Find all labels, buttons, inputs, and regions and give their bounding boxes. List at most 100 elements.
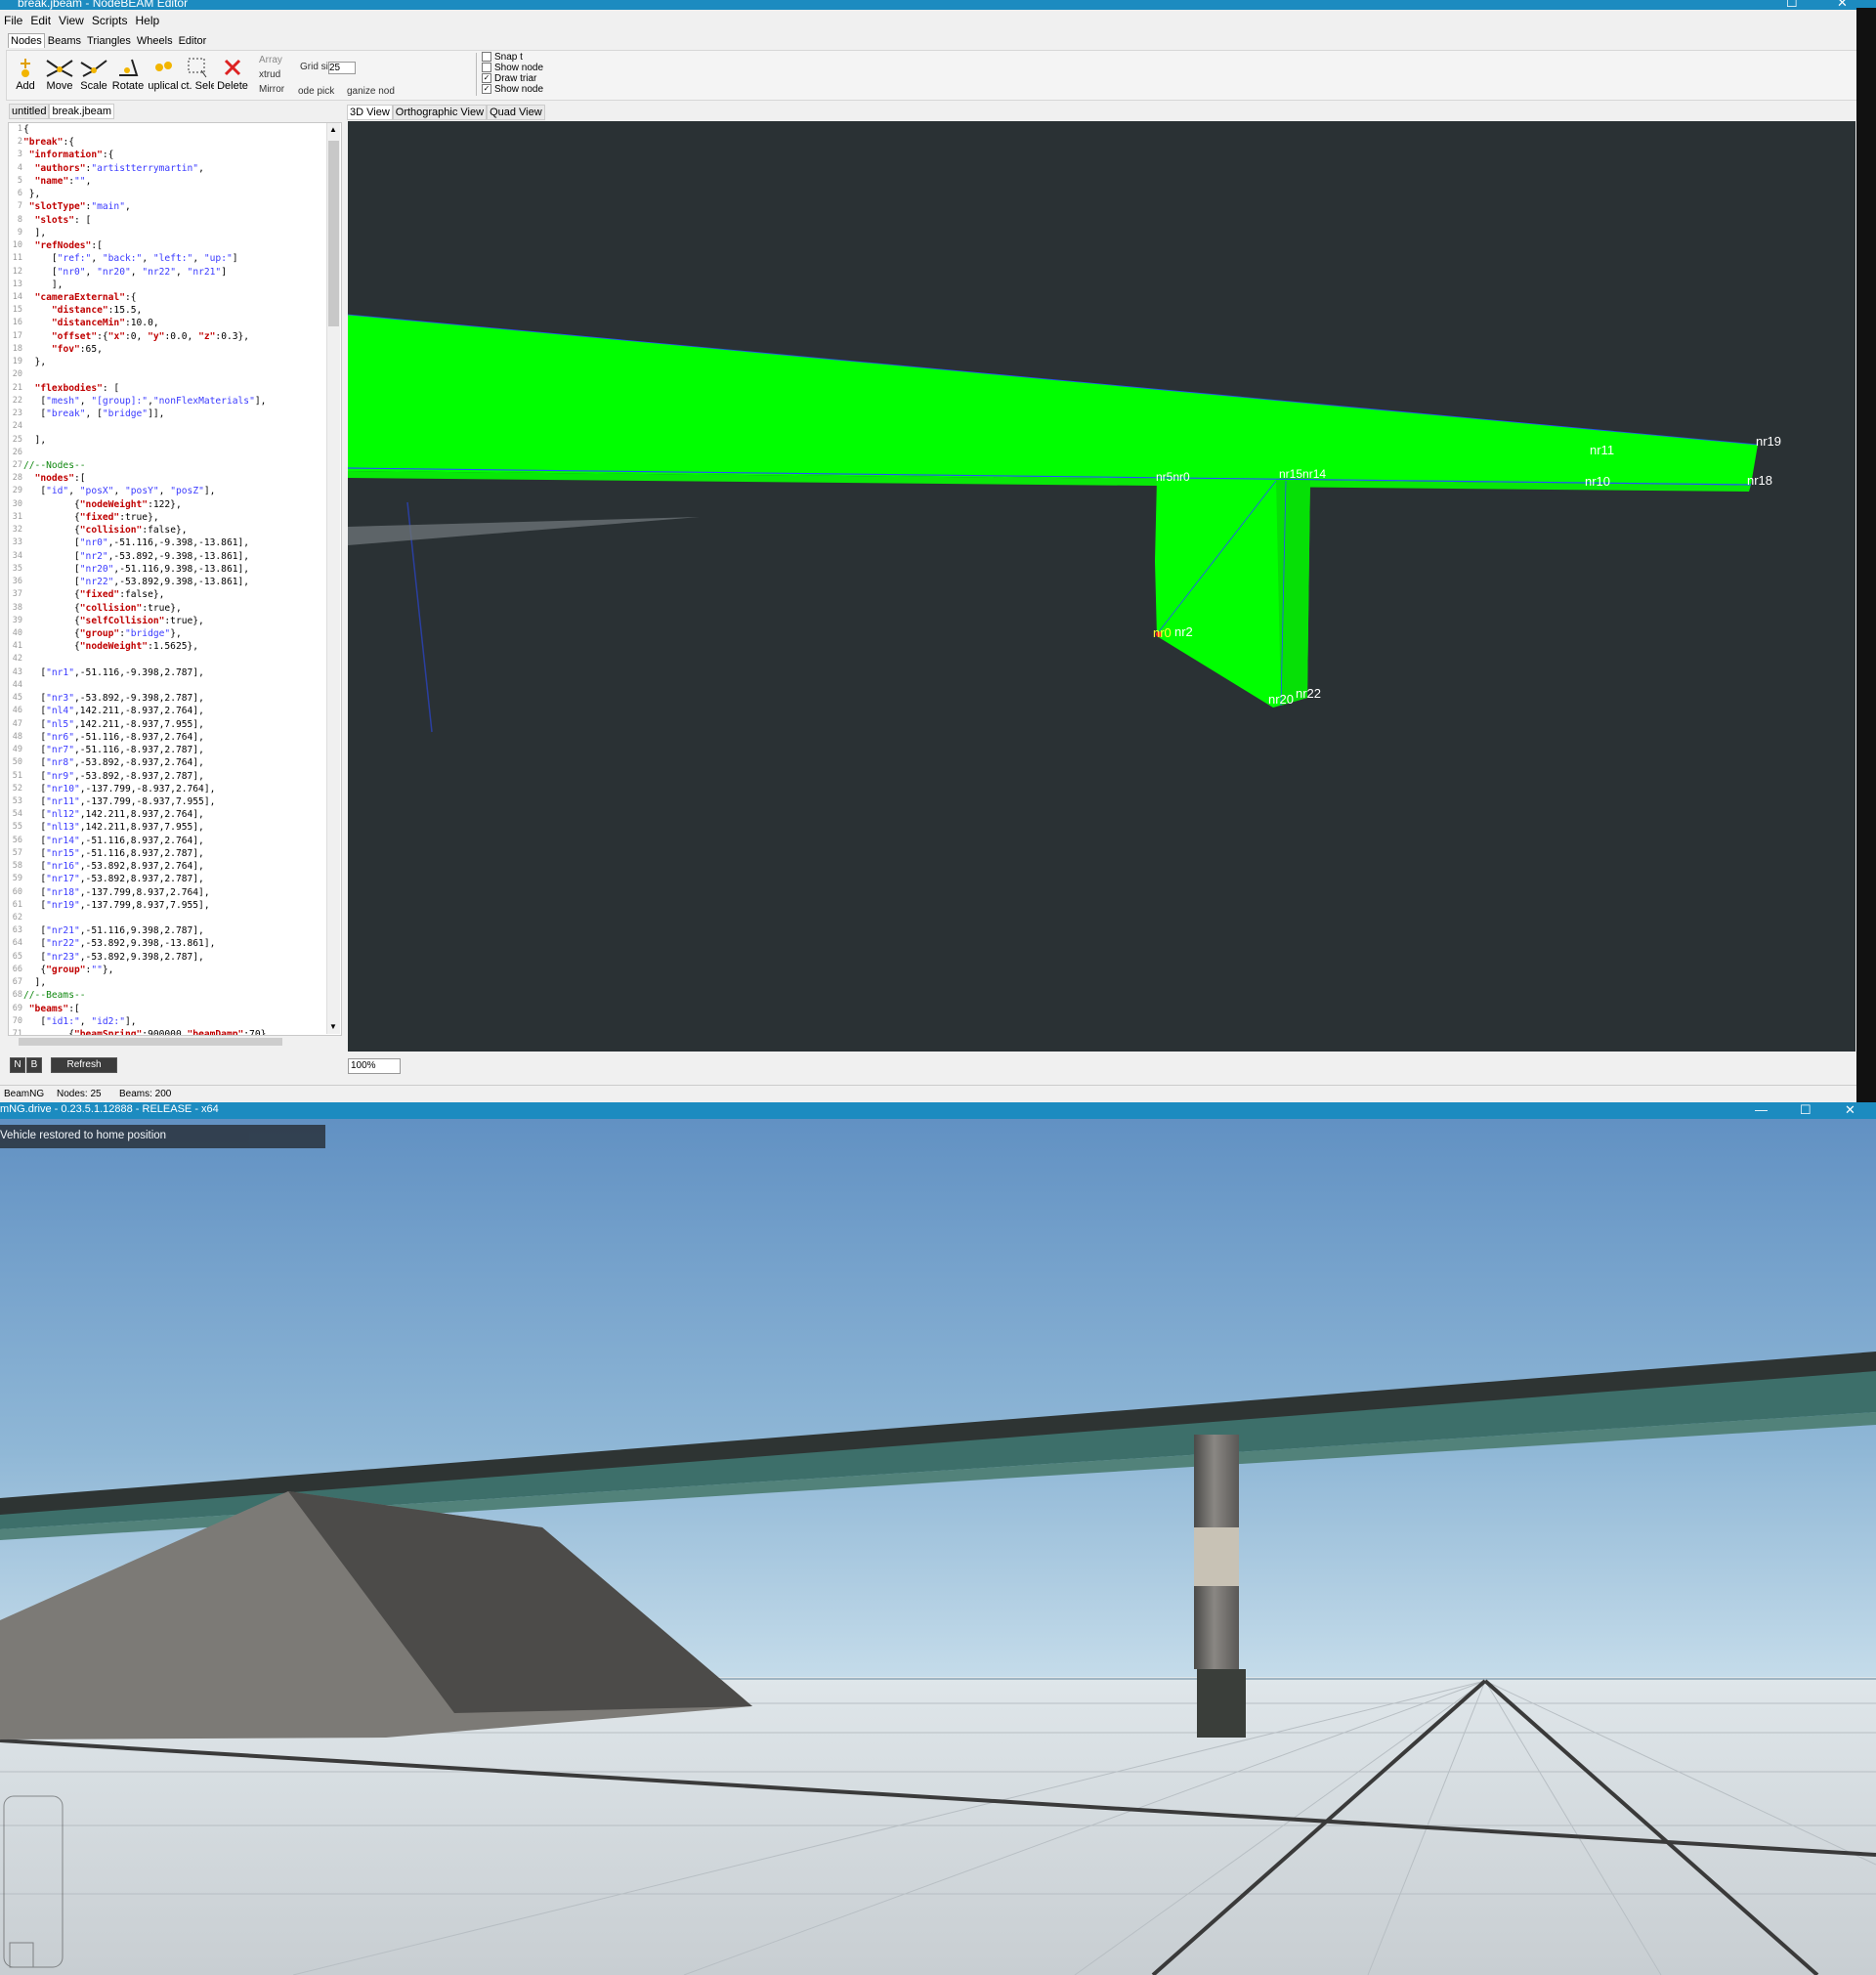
line-number: 28 (12, 473, 22, 484)
tab-wheels[interactable]: Wheels (134, 33, 176, 49)
code-line: ["nr22",-53.892,9.398,-13.861], (23, 577, 250, 588)
code-line: {"group":"bridge"}, (23, 627, 182, 639)
line-number: 43 (12, 666, 22, 677)
line-number: 2 (17, 137, 22, 148)
scroll-up-icon[interactable]: ▲ (329, 125, 337, 134)
code-line: ["nr1",-51.116,-9.398,2.787], (23, 666, 204, 678)
code-line: "flexbodies": [ (34, 382, 120, 394)
code-line: ["nl5",142.211,-8.937,7.955], (23, 718, 204, 730)
duplicate-button[interactable]: uplical (147, 57, 180, 92)
maximize-icon[interactable]: ☐ (1786, 0, 1798, 11)
line-number: 37 (12, 589, 22, 600)
ribbon-tabs: Nodes Beams Triangles Wheels Editor (8, 33, 209, 49)
grid-size-input[interactable]: 25 (328, 62, 356, 74)
refresh-button[interactable]: Refresh (51, 1057, 117, 1073)
show-node-names-checkbox[interactable]: ✓ Show node (482, 84, 543, 95)
menu-view[interactable]: View (55, 12, 88, 29)
menu-file[interactable]: File (0, 12, 26, 29)
tab-untitled[interactable]: untitled (9, 104, 50, 119)
delete-button[interactable]: Delete (216, 57, 249, 92)
move-icon (46, 60, 73, 77)
code-horizontal-scrollbar[interactable] (9, 1036, 331, 1048)
line-number: 66 (12, 964, 22, 974)
b-button[interactable]: B (26, 1057, 42, 1073)
nodebeam-editor-window: break.jbeam - NodeBEAM Editor ☐ ✕ File Ed… (0, 0, 1876, 1102)
line-number: 3 (17, 150, 22, 160)
scroll-down-icon[interactable]: ▼ (329, 1022, 337, 1031)
show-nodes-checkbox[interactable]: Show node (482, 63, 543, 73)
jbeam-code-editor[interactable]: 1{2 "break":{3 "information":{4 "authors"… (8, 122, 342, 1036)
duplicate-icon (155, 62, 172, 71)
checkbox-box (482, 63, 491, 73)
game-titlebar: mNG.drive - 0.23.5.1.12888 - RELEASE - x… (0, 1102, 1876, 1119)
snap-checkbox[interactable]: Snap t (482, 52, 523, 63)
minimize-icon[interactable]: — (1755, 1102, 1768, 1117)
n-button[interactable]: N (10, 1057, 25, 1073)
line-number: 21 (12, 382, 22, 393)
line-number: 71 (12, 1029, 22, 1036)
delete-icon (224, 59, 241, 76)
mirror-button[interactable]: Mirror (259, 84, 284, 95)
zoom-spinbox[interactable]: 100% (348, 1058, 401, 1074)
code-line: {"fixed":true}, (23, 511, 159, 523)
organize-nodes-button[interactable]: ganize nod (347, 86, 395, 97)
code-line: }, (23, 357, 47, 368)
code-line: "fov":65, (51, 343, 103, 355)
line-number: 64 (12, 938, 22, 949)
line-number: 67 (12, 977, 22, 988)
code-line: ["nr18",-137.799,8.937,2.764], (23, 886, 210, 898)
draw-triangles-checkbox[interactable]: ✓ Draw triar (482, 73, 536, 84)
code-line: ["nr2",-53.892,-9.398,-13.861], (23, 550, 250, 562)
node-label: nr10 (1585, 474, 1611, 489)
scrollbar-thumb[interactable] (328, 141, 339, 326)
tab-break-jbeam[interactable]: break.jbeam (49, 104, 115, 119)
node-pick-button[interactable]: ode pick (298, 86, 334, 97)
tab-editor[interactable]: Editor (176, 33, 210, 49)
checkmark-icon: ✓ (482, 84, 491, 95)
tab-beams[interactable]: Beams (45, 33, 84, 49)
menu-scripts[interactable]: Scripts (88, 12, 132, 29)
checkbox-box (482, 52, 491, 63)
tab-triangles[interactable]: Triangles (84, 33, 134, 49)
menu-edit[interactable]: Edit (26, 12, 55, 29)
tab-quad-view[interactable]: Quad View (487, 105, 545, 120)
line-number: 33 (12, 537, 22, 548)
tab-3d-view[interactable]: 3D View (347, 105, 393, 120)
window-edge (1856, 8, 1876, 1102)
rect-select-button[interactable]: ct. Sele (181, 57, 214, 92)
code-line: {"fixed":false}, (23, 589, 165, 601)
code-line: {"nodeWeight":122}, (23, 498, 182, 510)
code-line: "break":{ (23, 137, 74, 149)
scale-button[interactable]: Scale (77, 57, 110, 92)
move-button[interactable]: Move (43, 57, 76, 92)
close-icon[interactable]: ✕ (1837, 0, 1848, 11)
file-tabs: untitled break.jbeam (9, 104, 115, 119)
code-vertical-scrollbar[interactable]: ▲ ▼ (326, 123, 340, 1034)
tab-nodes[interactable]: Nodes (8, 33, 45, 48)
add-button[interactable]: Add (9, 57, 42, 92)
line-number: 39 (12, 615, 22, 625)
maximize-icon[interactable]: ☐ (1800, 1102, 1812, 1118)
scrollbar-thumb[interactable] (19, 1038, 282, 1046)
game-scene[interactable] (0, 1102, 1876, 1975)
rotate-button[interactable]: Rotate (111, 57, 145, 92)
extrude-button[interactable]: xtrud (259, 69, 280, 80)
3d-viewport[interactable]: nr19 nr18 nr11 nr10 nr5nr0 nr15nr14 nr0 … (348, 121, 1855, 1052)
line-number: 19 (12, 357, 22, 367)
node-label: nr11 (1590, 443, 1615, 457)
code-line: ["nr20",-51.116,9.398,-13.861], (23, 563, 250, 575)
line-number: 55 (12, 822, 22, 833)
editor-titlebar: break.jbeam - NodeBEAM Editor ☐ ✕ (0, 0, 1876, 10)
line-number: 69 (12, 1003, 22, 1013)
line-number: 53 (12, 795, 22, 806)
line-number: 13 (12, 279, 22, 289)
line-number: 32 (12, 525, 22, 536)
array-button[interactable]: Array (259, 55, 282, 65)
menu-help[interactable]: Help (132, 12, 164, 29)
deck-top-face (348, 315, 1758, 485)
tab-orthographic-view[interactable]: Orthographic View (392, 105, 488, 120)
node-label: nr2 (1174, 624, 1193, 639)
close-icon[interactable]: ✕ (1845, 1102, 1855, 1118)
pillar-side-face (1276, 475, 1310, 706)
status-app: BeamNG (4, 1089, 45, 1099)
